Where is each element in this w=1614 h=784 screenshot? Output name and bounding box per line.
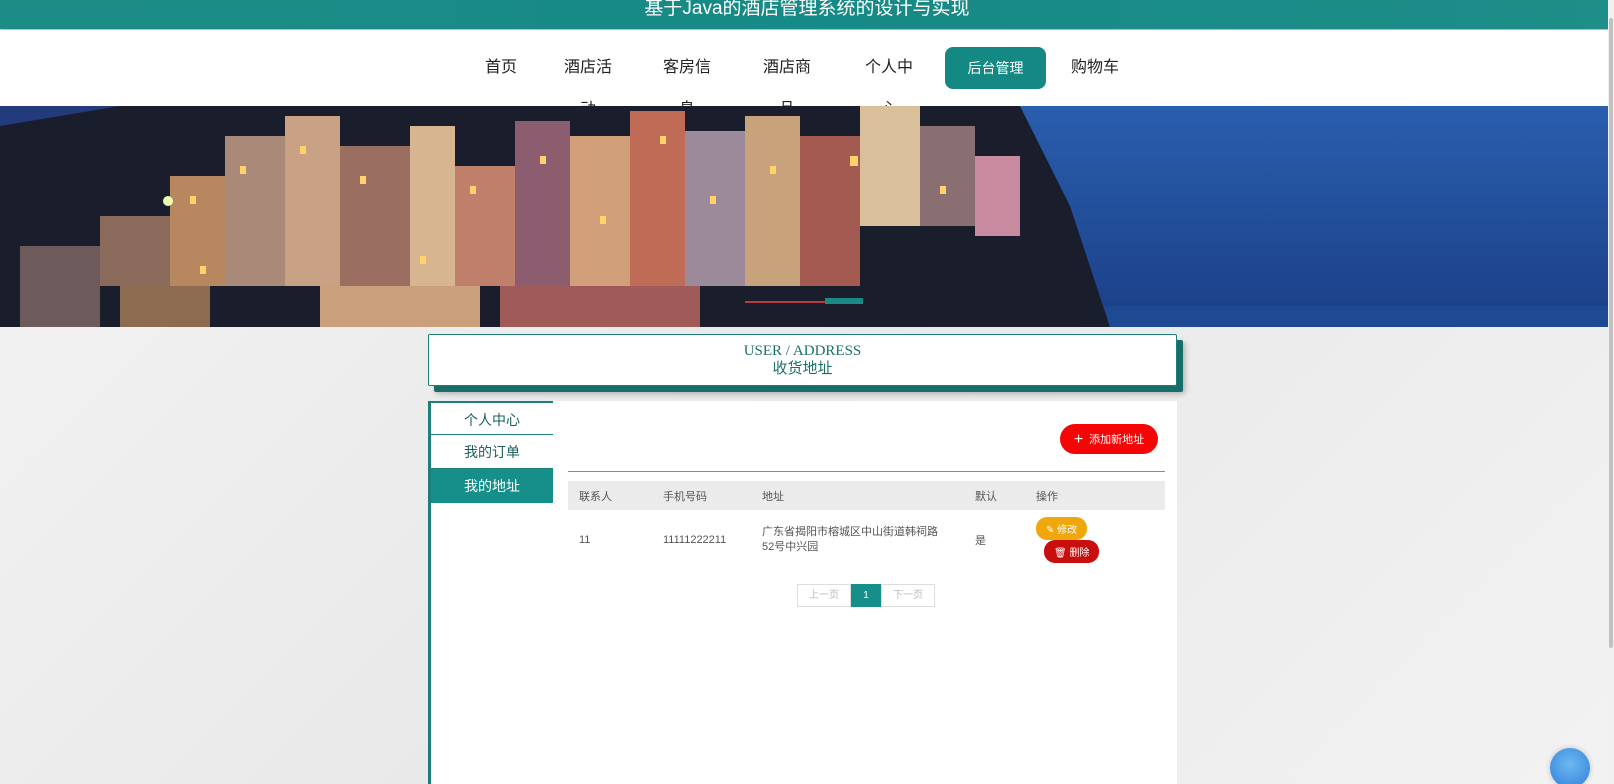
cell-address: 广东省揭阳市榕城区中山街道韩祠路52号中兴园 [762, 526, 938, 553]
nav-item-cart[interactable]: 购物车 [1071, 47, 1119, 89]
divider [568, 471, 1165, 472]
site-title: 基于Java的酒店管理系统的设计与实现 [644, 0, 970, 19]
table-header-row: 联系人 手机号码 地址 默认 操作 [568, 481, 1165, 510]
banner-cityscape-illustration [0, 106, 1611, 327]
scrollbar-thumb[interactable] [1609, 18, 1613, 648]
chat-bubble-icon[interactable] [1550, 748, 1590, 784]
edit-button[interactable]: ✎ 修改 [1036, 517, 1088, 540]
section-header: USER / ADDRESS 收货地址 [428, 334, 1177, 386]
add-address-button[interactable]: + 添加新地址 [1060, 424, 1158, 454]
address-panel: 个人中心 我的订单 我的地址 + 添加新地址 联系人 手机号码 地址 默认 操作 … [428, 401, 1177, 784]
side-item-my-orders[interactable]: 我的订单 [431, 435, 553, 469]
col-header-contact: 联系人 [568, 481, 652, 510]
page-scrollbar[interactable] [1608, 0, 1614, 784]
page-number-button[interactable]: 1 [851, 584, 881, 607]
nav-item-home[interactable]: 首页 [485, 47, 517, 89]
col-header-phone: 手机号码 [652, 481, 751, 510]
section-title-en: USER / ADDRESS [743, 343, 862, 359]
nav-item-hotel-activities[interactable]: 酒店活动 [557, 47, 619, 118]
site-title-bar: 基于Java的酒店管理系统的设计与实现 [0, 0, 1614, 29]
next-page-button[interactable]: 下一页 [881, 584, 935, 607]
prev-page-button[interactable]: 上一页 [797, 584, 851, 607]
delete-label: 删除 [1069, 548, 1090, 559]
nav-item-hotel-products[interactable]: 酒店商品 [756, 47, 818, 118]
side-item-my-address[interactable]: 我的地址 [431, 469, 553, 503]
pencil-icon: ✎ [1046, 525, 1058, 536]
pagination: 上一页 1 下一页 [797, 584, 935, 607]
address-table: 联系人 手机号码 地址 默认 操作 11 11111222211 广东省揭阳市榕… [568, 481, 1165, 570]
col-header-default: 默认 [964, 481, 1025, 510]
side-menu: 个人中心 我的订单 我的地址 [431, 401, 553, 503]
nav-item-admin[interactable]: 后台管理 [945, 47, 1046, 89]
trash-icon: 🗑 [1054, 548, 1070, 559]
delete-button[interactable]: 🗑 删除 [1044, 540, 1100, 563]
table-row: 11 11111222211 广东省揭阳市榕城区中山街道韩祠路52号中兴园 是 … [568, 510, 1165, 570]
col-header-actions: 操作 [1025, 481, 1165, 510]
cell-default: 是 [975, 535, 986, 547]
add-address-label: 添加新地址 [1089, 434, 1145, 446]
col-header-address: 地址 [751, 481, 964, 510]
nav-item-personal-center[interactable]: 个人中心 [858, 47, 920, 118]
section-title-cn: 收货地址 [772, 359, 833, 377]
banner-image [0, 106, 1611, 327]
edit-label: 修改 [1057, 525, 1078, 536]
cell-contact: 11 [579, 534, 591, 546]
cell-actions: ✎ 修改 🗑 删除 [1025, 510, 1165, 570]
nav-item-room-info[interactable]: 客房信息 [656, 47, 718, 118]
plus-icon: + [1073, 431, 1084, 448]
cell-phone: 11111222211 [663, 534, 727, 546]
top-nav: 首页 酒店活动 客房信息 酒店商品 个人中心 后台管理 购物车 [0, 30, 1614, 118]
side-item-personal-center[interactable]: 个人中心 [431, 401, 553, 435]
